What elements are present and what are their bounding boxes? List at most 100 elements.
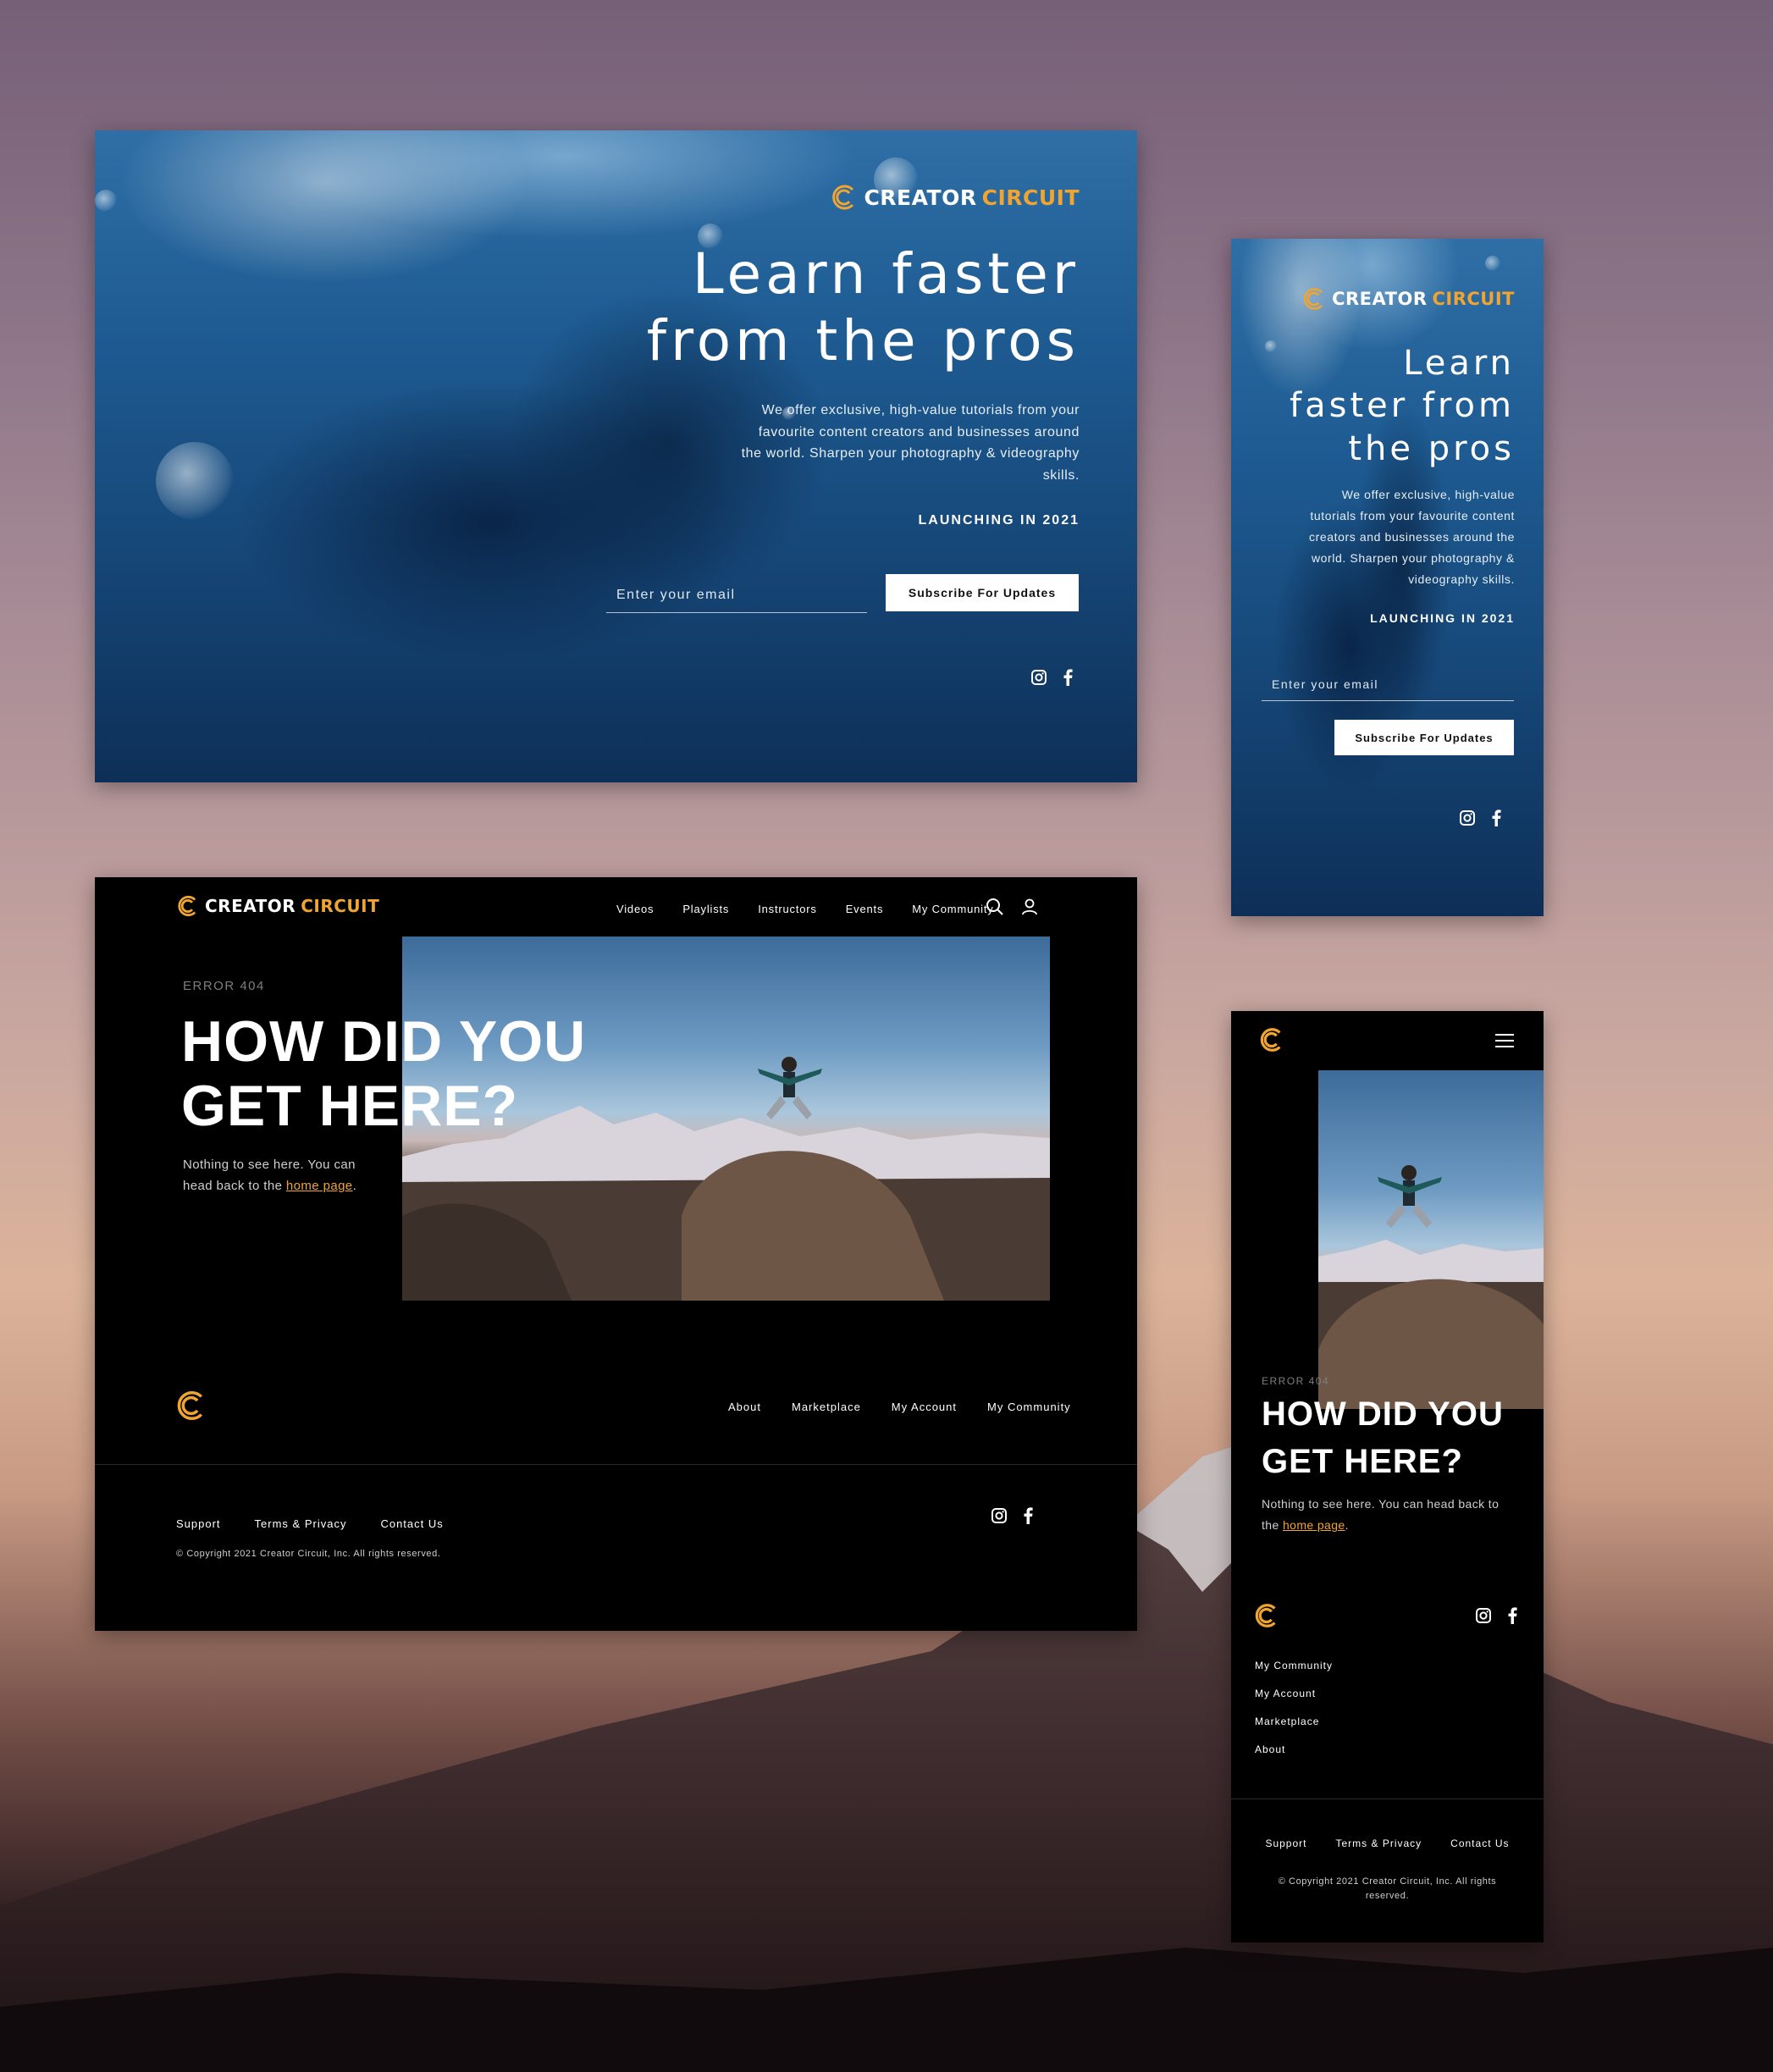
hero-description-line: skills. [1042,467,1080,483]
hero-description-line: world. Sharpen your photography & [1311,550,1515,565]
hero-title-line: the pros [1348,428,1515,468]
facebook-icon[interactable] [1063,669,1073,686]
error-title: HOW DID YOU GET HERE? [181,1009,586,1138]
copyright: © Copyright 2021 Creator Circuit, Inc. A… [1231,1875,1544,1903]
mountain-landscape-image [1318,1165,1544,1409]
instagram-icon[interactable] [991,1507,1008,1524]
footer-link-my-account[interactable]: My Account [892,1401,957,1413]
bubble [156,442,234,520]
coming-soon-mobile: CREATOR CIRCUIT Learn faster from the pr… [1231,239,1544,916]
user-icon[interactable] [1021,898,1038,916]
home-page-link[interactable]: home page [1283,1518,1345,1532]
bubble [1265,340,1277,352]
hero-description: We offer exclusive, high-value tutorials… [1309,484,1515,590]
brand-logo[interactable]: CREATOR CIRCUIT [176,894,379,918]
instagram-icon[interactable] [1030,669,1047,686]
brand-name-orange: CIRCUIT [981,185,1080,210]
brand-name-white: CREATOR [1332,289,1428,309]
footer-link-marketplace[interactable]: Marketplace [792,1401,861,1413]
email-input[interactable]: Enter your email [1262,667,1514,701]
hero-description-line: videography skills. [1408,572,1515,586]
footer-link-about[interactable]: About [728,1401,761,1413]
error-description: Nothing to see here. You can head back t… [1262,1494,1499,1536]
brand-name-orange: CIRCUIT [1432,289,1515,309]
email-input[interactable]: Enter your email [606,577,867,613]
error-description-line: Nothing to see here. You can head back t… [1262,1497,1500,1511]
footer-nav: My Community My Account Marketplace Abou… [1255,1660,1333,1755]
logo-icon[interactable] [1258,1026,1285,1053]
facebook-icon[interactable] [1023,1507,1033,1524]
hero-description-line: creators and businesses around the [1309,529,1515,544]
hero-description-line: We offer exclusive, high-value tutorials… [761,403,1080,417]
footer-bottom-nav: Support Terms & Privacy Contact Us [176,1517,444,1530]
footer-logo-icon[interactable] [1253,1602,1280,1629]
social-links [991,1507,1033,1524]
footer-link-support[interactable]: Support [1265,1837,1306,1849]
nav-videos[interactable]: Videos [616,903,654,915]
footer-divider [95,1464,1137,1465]
error-description-line: Nothing to see here. You can [183,1158,356,1172]
hero-title-line: faster from [1290,386,1515,426]
social-links [1459,809,1501,826]
nav-instructors[interactable]: Instructors [758,903,816,915]
brand-logo[interactable]: CREATOR CIRCUIT [1301,286,1515,312]
hero-title: Learn faster from the pros [647,240,1080,374]
brand-name-white: CREATOR [864,185,977,210]
footer-link-support[interactable]: Support [176,1517,221,1530]
error-description: Nothing to see here. You can head back t… [183,1155,356,1197]
footer-link-contact-us[interactable]: Contact Us [1450,1837,1509,1849]
subscribe-button[interactable]: Subscribe For Updates [886,574,1079,611]
facebook-icon[interactable] [1491,809,1501,826]
bubble [95,190,117,212]
error-title-line: HOW DID YOU [181,1009,587,1074]
launch-text: LAUNCHING IN 2021 [1370,611,1515,625]
nav-my-community[interactable]: My Community [912,903,993,915]
hero-title: Learn faster from the pros [1290,342,1515,470]
error-description-line: the home page. [1262,1515,1499,1536]
copyright: © Copyright 2021 Creator Circuit, Inc. A… [176,1549,441,1559]
instagram-icon[interactable] [1475,1607,1492,1624]
error-description-text: the [1262,1518,1283,1533]
subscribe-button[interactable]: Subscribe For Updates [1334,720,1514,755]
brand-logo[interactable]: CREATOR CIRCUIT [830,183,1080,212]
footer-link-terms-privacy[interactable]: Terms & Privacy [1335,1837,1422,1849]
error-description-period: . [352,1178,357,1193]
logo-icon [1303,288,1323,310]
home-page-link[interactable]: home page [286,1179,353,1193]
error-description-line: head back to the home page. [183,1176,356,1197]
nav-playlists[interactable]: Playlists [682,903,729,915]
search-icon[interactable] [986,898,1004,916]
coming-soon-desktop: CREATOR CIRCUIT Learn faster from the pr… [95,130,1137,782]
footer-logo-icon[interactable] [174,1389,208,1423]
hero-description: We offer exclusive, high-value tutorials… [742,400,1080,486]
footer-link-about[interactable]: About [1255,1743,1333,1755]
logo-icon [178,895,196,917]
logo-icon [832,185,854,210]
brand-name-white: CREATOR [205,896,296,916]
footer-link-my-community[interactable]: My Community [987,1401,1071,1413]
error-title: HOW DID YOU GET HERE? [1262,1390,1504,1485]
footer-nav: About Marketplace My Account My Communit… [728,1401,1071,1413]
hero-description-line: We offer exclusive, high-value [1341,488,1515,501]
error-description-text: head back to the [183,1178,286,1193]
footer-link-my-community[interactable]: My Community [1255,1660,1333,1671]
instagram-icon[interactable] [1459,809,1476,826]
footer-link-my-account[interactable]: My Account [1255,1688,1333,1699]
footer-link-contact-us[interactable]: Contact Us [380,1517,443,1530]
social-links [1475,1607,1517,1624]
error-404-desktop: CREATOR CIRCUIT Videos Playlists Instruc… [95,877,1137,1631]
footer-link-terms-privacy[interactable]: Terms & Privacy [255,1517,347,1530]
error-title-line: HOW DID YOU [1262,1395,1504,1433]
error-label: ERROR 404 [183,979,265,993]
facebook-icon[interactable] [1507,1607,1517,1624]
error-title-line: GET HERE? [1262,1443,1463,1480]
main-nav: Videos Playlists Instructors Events My C… [616,903,994,915]
bubble [1485,256,1500,271]
launch-text: LAUNCHING IN 2021 [918,513,1080,528]
hero-description-line: the world. Sharpen your photography & vi… [741,446,1080,461]
brand-name-orange: CIRCUIT [301,896,380,916]
nav-events[interactable]: Events [846,903,884,915]
hamburger-menu-icon[interactable] [1495,1033,1514,1048]
copyright-line: reserved. [1365,1890,1410,1901]
footer-link-marketplace[interactable]: Marketplace [1255,1716,1333,1727]
